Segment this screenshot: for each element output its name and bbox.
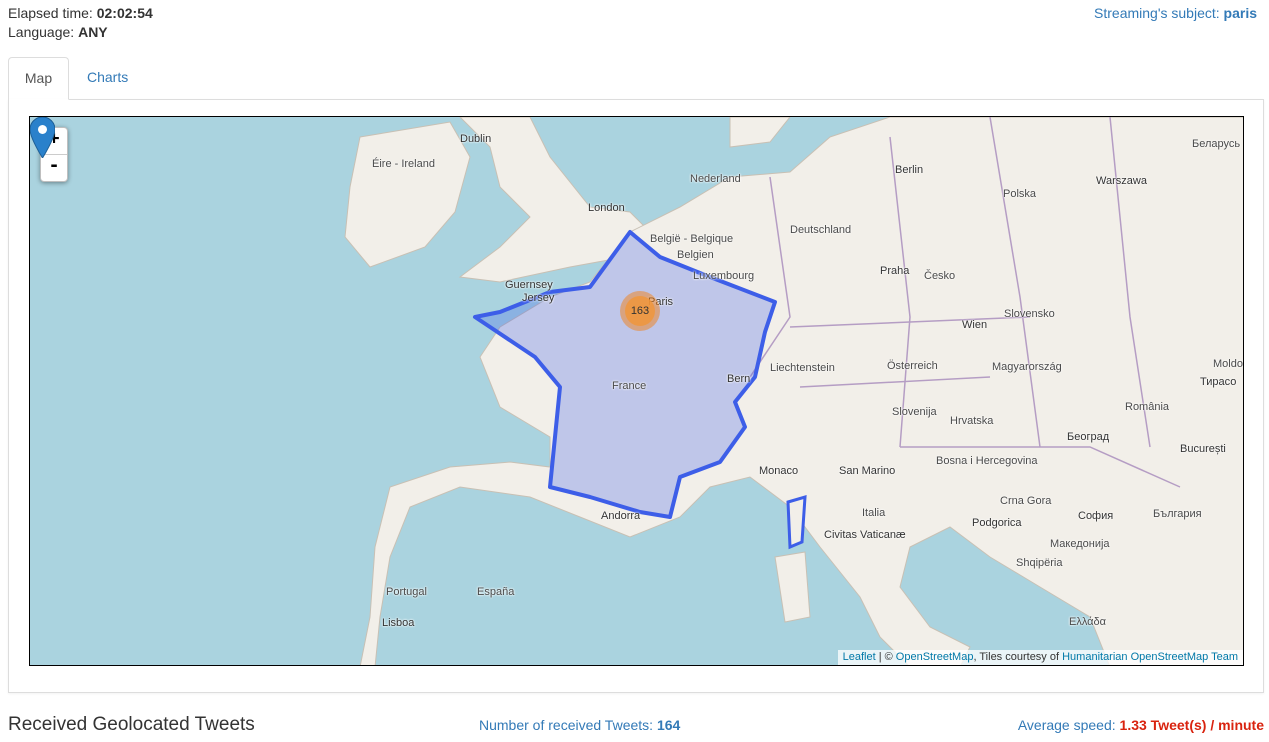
language-label: Language: <box>8 24 75 40</box>
label-monaco: Monaco <box>759 465 799 477</box>
label-eire: Éire - Ireland <box>372 158 435 170</box>
tab-bar: Map Charts <box>8 57 1264 100</box>
footer-stats: Received Geolocated Tweets Number of rec… <box>8 712 1264 738</box>
elapsed-time: Elapsed time: 02:02:54 <box>8 4 1261 23</box>
section-title: Received Geolocated Tweets <box>8 714 255 735</box>
label-nederland: Nederland <box>690 173 741 185</box>
label-bern: Bern <box>727 373 751 385</box>
osm-link[interactable]: OpenStreetMap <box>896 651 974 663</box>
tweet-count-value: 164 <box>656 717 681 733</box>
tweet-count: Number of received Tweets: 164 <box>479 712 680 738</box>
attribution-separator: | © <box>875 651 896 663</box>
label-ellada: Ελλάδα <box>1069 616 1107 628</box>
map-attribution: Leaflet | © OpenStreetMap, Tiles courtes… <box>837 650 1243 665</box>
tab-charts[interactable]: Charts <box>72 57 143 98</box>
label-italia: Italia <box>862 507 886 519</box>
label-tiraspol: Тирасо <box>1200 376 1237 388</box>
label-deutschland: Deutschland <box>790 224 852 236</box>
label-slovenija: Slovenija <box>892 406 937 418</box>
map-view[interactable]: + - Dublin Éire - Ireland London Nederla… <box>29 116 1244 666</box>
label-dublin: Dublin <box>460 133 492 145</box>
label-praha: Praha <box>880 265 910 277</box>
label-liechtenstein: Liechtenstein <box>770 362 835 374</box>
label-sofia: София <box>1078 510 1114 522</box>
label-espana: España <box>477 586 515 598</box>
label-crna-gora: Crna Gora <box>1000 495 1052 507</box>
label-berlin: Berlin <box>895 164 924 176</box>
label-magyarorszag: Magyarország <box>992 361 1062 373</box>
label-romania: România <box>1125 401 1170 413</box>
label-france: France <box>612 380 647 392</box>
label-moldova: Moldo <box>1213 358 1243 370</box>
tab-map[interactable]: Map <box>8 57 69 100</box>
label-luxembourg: Luxembourg <box>693 270 755 282</box>
leaflet-link[interactable]: Leaflet <box>843 651 876 663</box>
label-belarus: Беларусь <box>1192 138 1241 150</box>
label-osterreich: Österreich <box>887 360 938 372</box>
label-makedonija: Македонија <box>1050 538 1110 550</box>
label-polska: Polska <box>1003 188 1037 200</box>
zoom-out-button[interactable]: - <box>41 155 67 181</box>
label-london: London <box>588 202 625 214</box>
elapsed-label: Elapsed time: <box>8 5 93 21</box>
language: Language: ANY <box>8 23 1261 42</box>
label-lisboa: Lisboa <box>382 617 415 629</box>
label-bosna: Bosna i Hercegovina <box>936 455 1038 467</box>
streaming-subject: Streaming's subject: paris <box>1094 4 1257 23</box>
label-bucuresti: București <box>1180 443 1226 455</box>
language-value: ANY <box>78 24 108 40</box>
subject-label: Streaming's subject: <box>1094 5 1220 21</box>
label-hrvatska: Hrvatska <box>950 415 994 427</box>
label-belgien: Belgien <box>677 249 714 261</box>
hot-link[interactable]: Humanitarian OpenStreetMap Team <box>1062 651 1238 663</box>
label-bulgaria: България <box>1153 508 1202 520</box>
elapsed-value: 02:02:54 <box>96 5 153 21</box>
average-speed: Average speed: 1.33 Tweet(s) / minute <box>1018 712 1264 738</box>
cluster-count: 163 <box>625 296 655 326</box>
label-cesko: Česko <box>924 270 956 282</box>
label-portugal: Portugal <box>386 586 427 598</box>
label-andorra: Andorra <box>601 510 641 522</box>
label-guernsey: Guernsey <box>505 279 553 291</box>
subject-value: paris <box>1223 5 1257 21</box>
label-shqiperia: Shqipëria <box>1016 557 1063 569</box>
label-belgie: België - Belgique <box>650 233 734 245</box>
label-beograd: Београд <box>1067 431 1110 443</box>
label-slovensko: Slovensko <box>1004 308 1055 320</box>
speed-label: Average speed: <box>1017 717 1116 733</box>
label-san-marino: San Marino <box>839 465 896 477</box>
label-wien: Wien <box>962 319 988 331</box>
tweet-count-label: Number of received Tweets: <box>479 717 654 733</box>
label-warszawa: Warszawa <box>1096 175 1147 187</box>
attribution-tiles-text: , Tiles courtesy of <box>973 651 1063 663</box>
label-podgorica: Podgorica <box>972 517 1022 529</box>
marker-cluster[interactable]: 163 <box>620 291 660 331</box>
label-vaticano: Civitas Vaticanæ <box>824 529 906 541</box>
label-jersey: Jersey <box>522 292 555 304</box>
status-bar: Elapsed time: 02:02:54 Language: ANY Str… <box>8 4 1261 44</box>
map-pin-icon[interactable] <box>30 117 55 158</box>
speed-value: 1.33 Tweet(s) / minute <box>1119 717 1264 733</box>
